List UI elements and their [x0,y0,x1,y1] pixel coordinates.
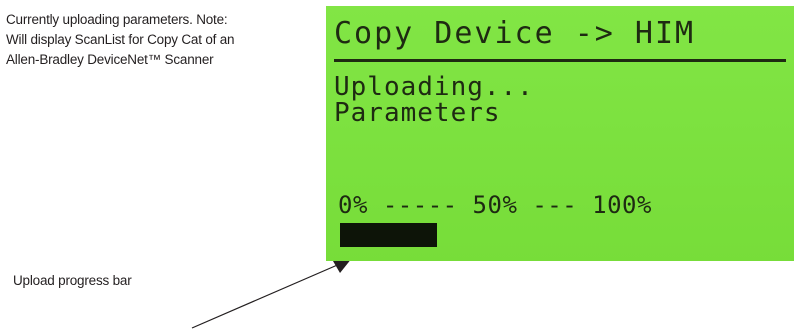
annotation-note-line-2: Will display ScanList for Copy Cat of an [6,32,235,47]
lcd-status-line-2: Parameters [334,98,501,128]
annotation-note-line-3: Allen-Bradley DeviceNet™ Scanner [6,52,214,67]
annotation-progress-label: Upload progress bar [13,273,132,288]
annotation-note-line-1: Currently uploading parameters. Note: [6,12,228,27]
annotation-note: Currently uploading parameters. Note: Wi… [6,10,306,70]
lcd-title: Copy Device -> HIM [334,16,696,51]
upload-progress-fill [340,223,438,247]
lcd-divider [334,59,786,62]
upload-progress-bar [340,223,782,247]
lcd-progress-scale: 0% ----- 50% --- 100% [338,191,652,219]
lcd-display: Copy Device -> HIM Uploading... Paramete… [326,6,794,261]
